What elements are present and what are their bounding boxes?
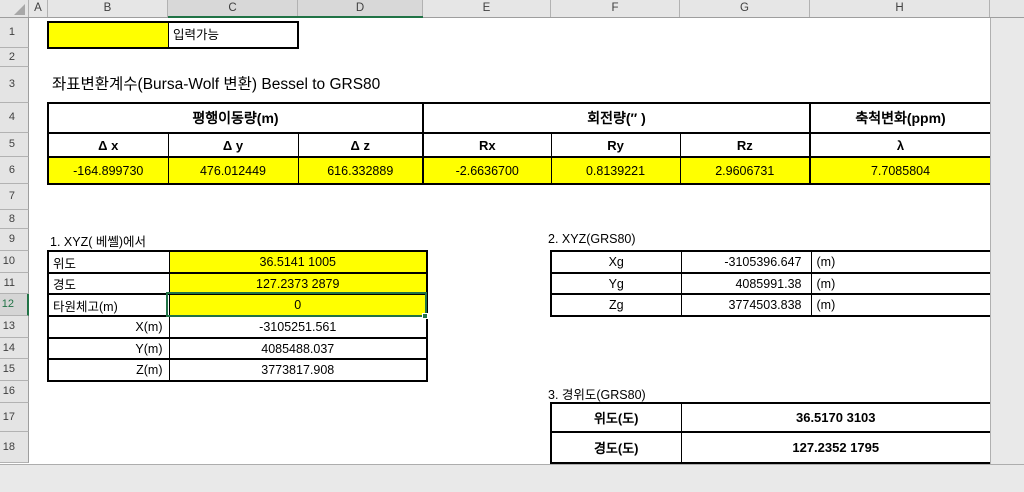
col-header-rz[interactable]: Rz <box>679 132 811 158</box>
row-header-18[interactable]: 18 <box>0 432 29 463</box>
row-header-14[interactable]: 14 <box>0 338 29 359</box>
cell-xg-label[interactable]: Xg <box>550 250 682 274</box>
row-header-8[interactable]: 8 <box>0 210 29 229</box>
row-header-4[interactable]: 4 <box>0 103 29 133</box>
column-header-a[interactable]: A <box>29 0 48 17</box>
cell-yg-value[interactable]: 4085991.38 <box>680 272 812 295</box>
cell-dz-value[interactable]: 616.332889 <box>297 156 424 185</box>
fill-handle[interactable] <box>422 313 428 319</box>
section2-title[interactable]: 2. XYZ(GRS80) <box>548 232 636 246</box>
row-header-2[interactable]: 2 <box>0 48 29 67</box>
col-header-lambda[interactable]: λ <box>809 132 992 158</box>
cell-xg-unit[interactable]: (m) <box>810 250 992 274</box>
legend-box: 입력가능 <box>47 21 299 49</box>
cell-y-value[interactable]: 4085488.037 <box>168 337 428 360</box>
cell-zg-value[interactable]: 3774503.838 <box>680 293 812 317</box>
cell-z-value[interactable]: 3773817.908 <box>168 358 428 382</box>
cell-zg-unit[interactable]: (m) <box>810 293 992 317</box>
cell-yg-unit[interactable]: (m) <box>810 272 992 295</box>
page-title[interactable]: 좌표변환계수(Bursa-Wolf 변환) Bessel to GRS80 <box>52 72 380 94</box>
row-header-7[interactable]: 7 <box>0 184 29 210</box>
column-header-h[interactable]: H <box>810 0 990 17</box>
sheet-right-margin <box>990 18 1024 464</box>
section1-table: 위도 36.5141 1005 경도 127.2373 2879 타원체고(m)… <box>47 250 428 382</box>
cell-lon-value[interactable]: 127.2373 2879 <box>168 272 428 295</box>
cell-rz-value[interactable]: 2.9606731 <box>679 156 811 185</box>
cell-ellheight-label[interactable]: 타원체고(m) <box>47 293 170 317</box>
col-header-dz[interactable]: Δ z <box>297 132 424 158</box>
cell-yg-label[interactable]: Yg <box>550 272 682 295</box>
cell-lon-deg-value[interactable]: 127.2352 1795 <box>680 431 992 464</box>
row-header-1[interactable]: 1 <box>0 18 29 48</box>
cell-ry-value[interactable]: 0.8139221 <box>550 156 681 185</box>
select-all-corner[interactable] <box>0 0 29 17</box>
sheet-bottom-margin <box>0 464 1024 492</box>
col-header-dy[interactable]: Δ y <box>167 132 299 158</box>
cell-rx-value[interactable]: -2.6636700 <box>422 156 552 185</box>
cell-x-label[interactable]: X(m) <box>47 315 170 339</box>
cell-xg-value[interactable]: -3105396.647 <box>680 250 812 274</box>
row-header-3[interactable]: 3 <box>0 67 29 103</box>
cell-lon-deg-label[interactable]: 경도(도) <box>550 431 682 464</box>
row-header-10[interactable]: 10 <box>0 251 29 273</box>
column-header-c[interactable]: C <box>168 0 298 17</box>
col-header-ry[interactable]: Ry <box>550 132 681 158</box>
cell-lat-deg-label[interactable]: 위도(도) <box>550 402 682 433</box>
column-header-d[interactable]: D <box>298 0 423 17</box>
row-header-12[interactable]: 12 <box>0 294 29 316</box>
section3-table: 위도(도) 36.5170 3103 경도(도) 127.2352 1795 <box>550 402 992 464</box>
section2-table: Xg -3105396.647 (m) Yg 4085991.38 (m) Zg… <box>550 250 992 317</box>
cell-dy-value[interactable]: 476.012449 <box>167 156 299 185</box>
group-header-rotation[interactable]: 회전량(″ ) <box>422 102 811 134</box>
cell-ellheight-value[interactable]: 0 <box>168 293 428 317</box>
row-header-16[interactable]: 16 <box>0 381 29 403</box>
section3-title[interactable]: 3. 경위도(GRS80) <box>548 384 646 403</box>
group-header-scale[interactable]: 축척변화(ppm) <box>809 102 992 134</box>
cell-zg-label[interactable]: Zg <box>550 293 682 317</box>
cell-y-label[interactable]: Y(m) <box>47 337 170 360</box>
row-header-15[interactable]: 15 <box>0 359 29 381</box>
row-header-9[interactable]: 9 <box>0 229 29 251</box>
cell-lat-label[interactable]: 위도 <box>47 250 170 274</box>
row-header-5[interactable]: 5 <box>0 133 29 157</box>
cell-z-label[interactable]: Z(m) <box>47 358 170 382</box>
cell-lat-value[interactable]: 36.5141 1005 <box>168 250 428 274</box>
cell-lon-label[interactable]: 경도 <box>47 272 170 295</box>
column-header-e[interactable]: E <box>423 0 551 17</box>
group-header-translation[interactable]: 평행이동량(m) <box>47 102 424 134</box>
cell-lambda-value[interactable]: 7.7085804 <box>809 156 992 185</box>
column-header-band: A B C D E F G H <box>0 0 1024 18</box>
row-header-13[interactable]: 13 <box>0 316 29 338</box>
cell-dx-value[interactable]: -164.899730 <box>47 156 169 185</box>
row-header-6[interactable]: 6 <box>0 157 29 184</box>
column-header-g[interactable]: G <box>680 0 810 17</box>
legend-label[interactable]: 입력가능 <box>169 23 297 47</box>
excel-worksheet: A B C D E F G H 1 2 3 4 5 6 7 8 9 10 11 … <box>0 0 1024 492</box>
row-header-11[interactable]: 11 <box>0 273 29 294</box>
column-header-f[interactable]: F <box>551 0 680 17</box>
select-all-icon <box>14 4 25 15</box>
selected-columns-underline <box>168 16 423 18</box>
transformation-params-table: 평행이동량(m) 회전량(″ ) 축척변화(ppm) Δ x Δ y Δ z R… <box>47 102 993 185</box>
column-header-b[interactable]: B <box>48 0 168 17</box>
col-header-rx[interactable]: Rx <box>422 132 552 158</box>
cell-lat-deg-value[interactable]: 36.5170 3103 <box>680 402 992 433</box>
row-header-17[interactable]: 17 <box>0 403 29 432</box>
section1-title[interactable]: 1. XYZ( 베쎌)에서 <box>50 231 146 250</box>
cell-x-value[interactable]: -3105251.561 <box>168 315 428 339</box>
legend-input-color-swatch[interactable] <box>49 23 169 47</box>
col-header-dx[interactable]: Δ x <box>47 132 169 158</box>
